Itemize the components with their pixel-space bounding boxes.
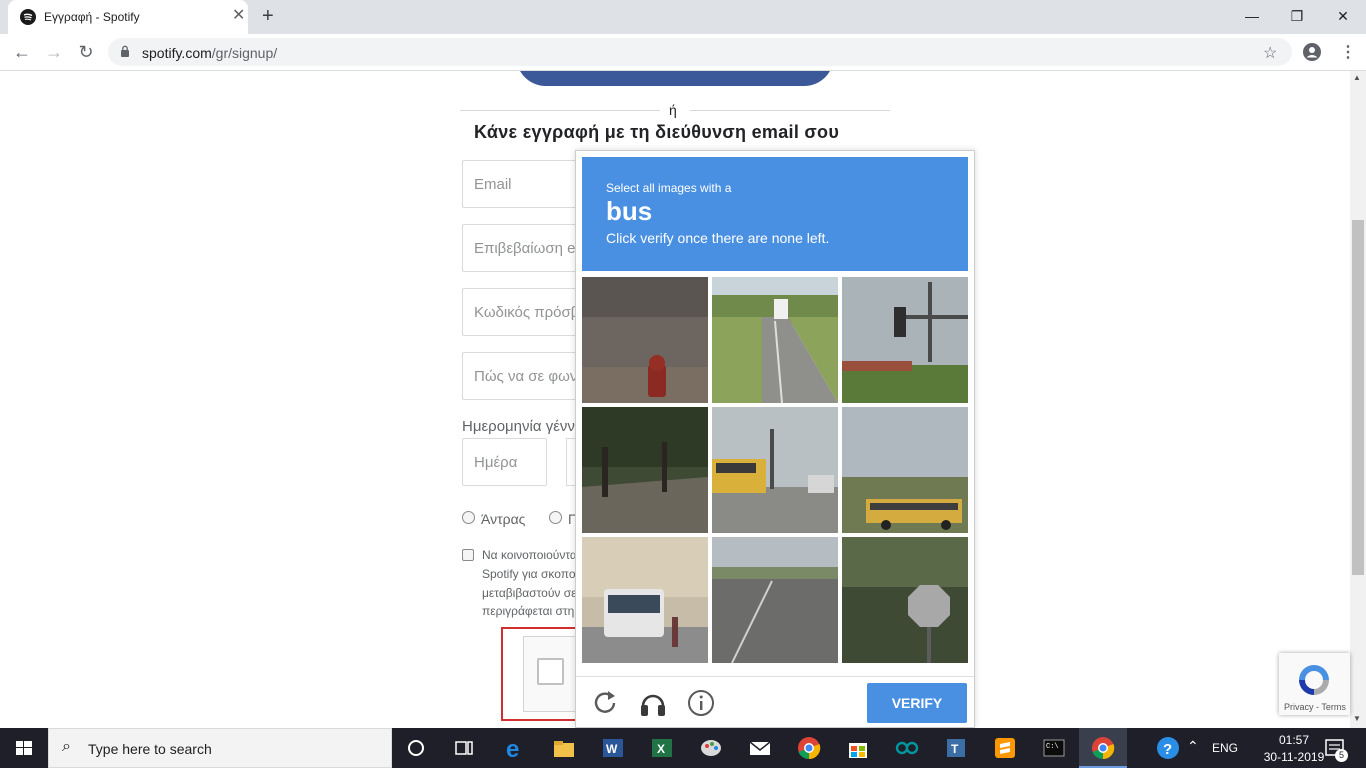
windows-start-icon[interactable] <box>0 728 48 768</box>
tile-image-road <box>712 277 838 403</box>
spotify-logo-icon <box>20 9 36 25</box>
captcha-tile-7[interactable] <box>582 537 708 663</box>
lock-icon <box>121 45 129 57</box>
browser-tab[interactable]: Εγγραφή - Spotify ✕ <box>8 0 248 34</box>
terms-text-line: μεταβιβαστούν σε <box>482 586 577 600</box>
share-data-checkbox[interactable] <box>462 549 474 561</box>
svg-text:e: e <box>506 736 519 761</box>
clock-date[interactable]: 30-11-2019 <box>1262 750 1326 764</box>
minimize-icon[interactable]: — <box>1232 6 1272 26</box>
app-tool-icon[interactable]: T <box>943 735 969 761</box>
verify-button[interactable]: VERIFY <box>867 683 967 723</box>
profile-icon[interactable] <box>1303 43 1321 61</box>
tile-image-stop-sign <box>842 537 968 663</box>
close-window-icon[interactable]: ✕ <box>1323 6 1363 26</box>
terms-text-line: Να κοινοποιούντα <box>482 548 577 562</box>
or-separator: ή <box>669 102 677 118</box>
captcha-instruction-sub: Click verify once there are none left. <box>606 230 830 246</box>
notification-count-badge: 5 <box>1335 749 1348 762</box>
day-input[interactable] <box>463 439 546 485</box>
gender-male-radio[interactable] <box>462 511 475 524</box>
bookmark-star-icon[interactable]: ☆ <box>1263 43 1277 63</box>
captcha-keyword: bus <box>606 196 653 226</box>
restore-icon[interactable]: ❐ <box>1277 6 1317 26</box>
svg-text:C:\: C:\ <box>1046 743 1059 751</box>
captcha-tile-2[interactable] <box>712 277 838 403</box>
signup-heading: Κάνε εγγραφή με τη διεύθυνση email σου <box>474 122 840 142</box>
captcha-tile-6[interactable] <box>842 407 968 533</box>
svg-text:W: W <box>606 742 618 756</box>
tile-image-trees <box>582 407 708 533</box>
tile-image-school-bus <box>712 407 838 533</box>
tile-image-traffic-light <box>842 277 968 403</box>
tile-image-wide-road <box>712 537 838 663</box>
tab-title: Εγγραφή - Spotify <box>44 10 140 24</box>
info-icon[interactable] <box>686 688 716 718</box>
tile-image-hydrant <box>582 277 708 403</box>
gender-female-radio[interactable] <box>549 511 562 524</box>
tile-image-bus-grass <box>842 407 968 533</box>
back-arrow-icon[interactable]: ← <box>12 42 32 62</box>
edge-icon[interactable]: e <box>502 735 528 761</box>
reload-challenge-icon[interactable] <box>590 688 620 718</box>
url-domain: spotify.com <box>142 45 212 61</box>
paint-icon[interactable] <box>698 735 724 761</box>
recaptcha-privacy-terms[interactable]: Privacy - Terms <box>1284 702 1346 712</box>
terminal-icon[interactable]: C:\ <box>1041 735 1067 761</box>
chrome-icon <box>1092 737 1115 760</box>
mail-icon[interactable] <box>747 735 773 761</box>
svg-text:T: T <box>951 742 959 756</box>
scrollbar-thumb[interactable] <box>1352 220 1364 575</box>
scroll-up-icon[interactable]: ▲ <box>1353 73 1361 82</box>
task-view-icon[interactable] <box>451 735 477 761</box>
captcha-tile-9[interactable] <box>842 537 968 663</box>
divider-left <box>460 110 660 111</box>
cortana-icon[interactable] <box>403 735 429 761</box>
clock-time[interactable]: 01:57 <box>1265 733 1323 747</box>
file-explorer-icon[interactable] <box>551 735 577 761</box>
captcha-tile-8[interactable] <box>712 537 838 663</box>
search-icon: ⌕ <box>62 738 71 755</box>
captcha-tile-5[interactable] <box>712 407 838 533</box>
excel-icon[interactable]: X <box>649 735 675 761</box>
menu-dots-icon[interactable]: ⋮ <box>1340 42 1356 62</box>
svg-text:?: ? <box>1163 741 1172 758</box>
captcha-tile-1[interactable] <box>582 277 708 403</box>
reload-icon[interactable]: ↻ <box>76 42 96 62</box>
forward-arrow-icon[interactable]: → <box>44 42 64 62</box>
arduino-icon[interactable] <box>894 735 920 761</box>
captcha-instruction: Select all images with a <box>606 181 732 195</box>
captcha-tile-4[interactable] <box>582 407 708 533</box>
audio-challenge-icon[interactable] <box>638 688 668 718</box>
input-language[interactable]: ENG <box>1212 741 1238 755</box>
tray-chevron-up-icon[interactable]: ⌃ <box>1187 738 1199 755</box>
url-path: /gr/signup/ <box>211 45 278 61</box>
recaptcha-logo-icon <box>1299 665 1329 695</box>
scroll-down-icon[interactable]: ▼ <box>1353 714 1361 723</box>
word-icon[interactable]: W <box>600 735 626 761</box>
url-text[interactable]: spotify.com/gr/signup/ <box>142 45 277 61</box>
facebook-signup-button[interactable] <box>516 71 834 86</box>
terms-text-line: Spotify για σκοπο <box>482 567 576 581</box>
store-icon[interactable] <box>845 735 871 761</box>
tile-image-city-bus <box>582 537 708 663</box>
svg-text:X: X <box>657 742 665 756</box>
divider-right <box>690 110 890 111</box>
captcha-footer-divider <box>576 676 974 677</box>
chrome-icon[interactable] <box>796 735 822 761</box>
terms-text-line: περιγράφεται στη <box>482 604 575 618</box>
address-bar[interactable] <box>108 38 1292 66</box>
captcha-tile-3[interactable] <box>842 277 968 403</box>
gender-male-label: Άντρας <box>481 511 526 527</box>
help-icon[interactable]: ? <box>1156 736 1180 760</box>
day-field[interactable] <box>462 438 547 486</box>
close-tab-icon[interactable]: ✕ <box>232 8 245 24</box>
dob-label: Ημερομηνία γένν <box>462 418 575 435</box>
taskbar-search-placeholder: Type here to search <box>88 741 212 757</box>
active-chrome-taskbar-item[interactable] <box>1079 728 1127 768</box>
sublime-text-icon[interactable] <box>992 735 1018 761</box>
new-tab-icon[interactable]: + <box>262 6 274 26</box>
